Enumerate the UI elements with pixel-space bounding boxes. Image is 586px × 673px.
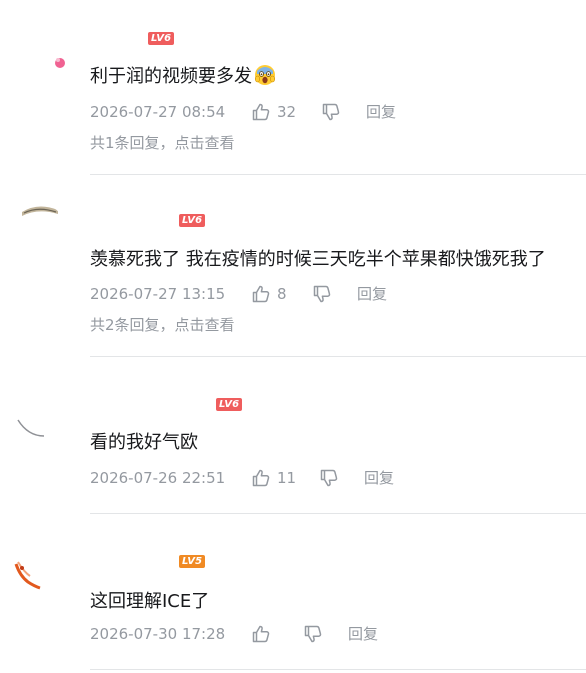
avatar-image (14, 561, 41, 590)
avatar-image (55, 58, 65, 68)
thumbs-up-icon[interactable] (251, 284, 271, 304)
avatar[interactable] (14, 204, 66, 256)
thumbs-up-icon[interactable] (251, 468, 271, 488)
reply-button[interactable]: 回复 (364, 467, 394, 489)
avatar[interactable] (14, 36, 66, 88)
thumbs-down-icon[interactable] (312, 284, 332, 304)
divider (90, 174, 586, 175)
comment-text: 利于润的视频要多发 (90, 64, 276, 89)
divider (90, 356, 586, 357)
level-badge: LV6 (216, 398, 243, 411)
thumbs-down-icon[interactable] (303, 624, 323, 644)
comment-item: LV5 这回理解ICE了 2026-07-30 17:28 回复 (0, 514, 586, 673)
view-replies-link[interactable]: 共1条回复，点击查看 (90, 132, 235, 154)
comment-meta: 2026-07-26 22:51 11 回复 (90, 467, 586, 489)
thumbs-down-icon[interactable] (321, 102, 341, 122)
level-badge: LV5 (179, 555, 206, 568)
thumbs-down-icon[interactable] (319, 468, 339, 488)
avatar-image (22, 206, 58, 216)
comment-time: 2026-07-27 08:54 (90, 103, 226, 121)
like-count: 11 (277, 469, 297, 487)
screaming-face-emoji-icon (254, 65, 275, 85)
comment-meta: 2026-07-27 08:54 32 回复 (90, 101, 586, 123)
comment-item: LV6 利于润的视频要多发 2026-07-27 08:54 32 回复 共1条… (0, 0, 586, 176)
level-badge: LV6 (179, 214, 206, 227)
like-count: 8 (277, 285, 287, 303)
reply-button[interactable]: 回复 (348, 623, 378, 645)
comment-item: LV6 看的我好气欧 2026-07-26 22:51 11 回复 (0, 358, 586, 514)
avatar[interactable] (14, 542, 66, 594)
reply-button[interactable]: 回复 (366, 101, 396, 123)
comment-time: 2026-07-27 13:15 (90, 285, 226, 303)
comment-text: 看的我好气欧 (90, 432, 198, 453)
level-badge: LV6 (148, 32, 175, 45)
thumbs-up-icon[interactable] (251, 102, 271, 122)
comment-text: 羡慕死我了 我在疫情的时候三天吃半个苹果都快饿死我了 (90, 249, 546, 270)
comment-time: 2026-07-26 22:51 (90, 469, 226, 487)
view-replies-link[interactable]: 共2条回复，点击查看 (90, 314, 235, 336)
comment-text: 这回理解ICE了 (90, 591, 210, 612)
comment-time: 2026-07-30 17:28 (90, 625, 226, 643)
divider (90, 669, 586, 670)
avatar[interactable] (14, 386, 66, 438)
comment-meta: 2026-07-27 13:15 8 回复 (90, 283, 586, 305)
thumbs-up-icon[interactable] (251, 624, 271, 644)
reply-button[interactable]: 回复 (357, 283, 387, 305)
comment-item: LV6 羡慕死我了 我在疫情的时候三天吃半个苹果都快饿死我了 2026-07-2… (0, 176, 586, 358)
comment-meta: 2026-07-30 17:28 回复 (90, 623, 586, 645)
avatar-image (17, 419, 45, 437)
like-count: 32 (277, 103, 297, 121)
